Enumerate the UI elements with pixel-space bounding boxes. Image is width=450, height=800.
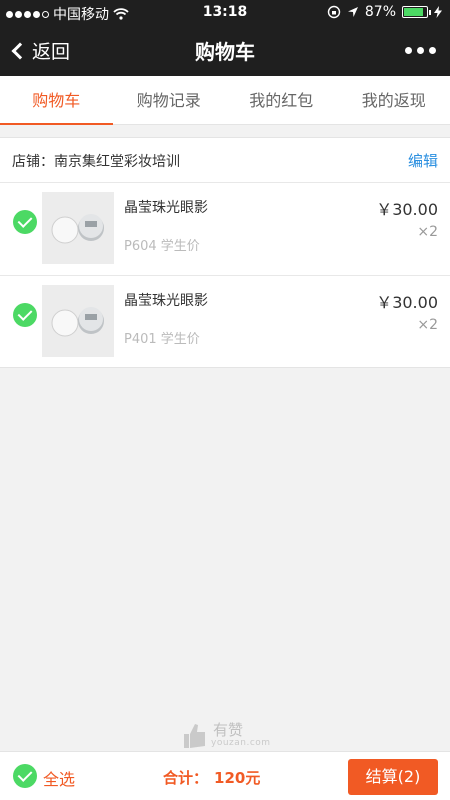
product-price: ￥30.00: [376, 293, 438, 312]
item-checked-icon[interactable]: [13, 210, 37, 234]
tab-red-packets[interactable]: 我的红包: [225, 76, 338, 124]
product-quantity: ×2: [417, 224, 438, 240]
status-right: 87%: [327, 4, 442, 20]
watermark-url: youzan.com: [211, 738, 271, 748]
cart-card: 店铺：南京集红堂彩妆培训 编辑 晶莹珠光眼影 P604 学生价 ￥30.00 ×…: [0, 137, 450, 368]
location-arrow-icon: [347, 7, 358, 17]
rotation-lock-icon: [327, 5, 341, 19]
watermark-title: 有赞: [213, 721, 244, 739]
battery-percent: 87%: [364, 4, 396, 20]
checkout-button[interactable]: 结算(2): [348, 759, 438, 795]
more-options-icon[interactable]: [405, 47, 436, 54]
product-sku: P401 学生价: [124, 332, 200, 347]
total-label: 合计：: [163, 769, 209, 787]
page-title: 购物车: [195, 40, 255, 64]
item-checked-icon[interactable]: [13, 303, 37, 327]
product-sku: P604 学生价: [124, 239, 200, 254]
select-all-checked-icon[interactable]: [13, 764, 37, 788]
tab-cart[interactable]: 购物车: [0, 76, 113, 125]
cart-item[interactable]: 晶莹珠光眼影 P401 学生价 ￥30.00 ×2: [0, 277, 450, 369]
total-summary: 合计： 120元: [163, 767, 260, 788]
battery-icon: [402, 6, 431, 18]
product-price: ￥30.00: [376, 200, 438, 219]
tab-cashback[interactable]: 我的返现: [338, 76, 450, 124]
total-amount: 120元: [214, 769, 261, 787]
shop-header: 店铺：南京集红堂彩妆培训 编辑: [0, 138, 450, 183]
product-quantity: ×2: [417, 317, 438, 333]
select-all-label[interactable]: 全选: [43, 766, 75, 790]
product-name: 晶莹珠光眼影: [124, 200, 208, 216]
product-thumbnail[interactable]: [42, 285, 114, 357]
thumbs-up-icon: [184, 724, 205, 748]
cart-item[interactable]: 晶莹珠光眼影 P604 学生价 ￥30.00 ×2: [0, 184, 450, 276]
edit-button[interactable]: 编辑: [408, 150, 438, 171]
product-thumbnail[interactable]: [42, 192, 114, 264]
tab-purchase-history[interactable]: 购物记录: [113, 76, 226, 124]
checkout-bar: 全选 合计： 120元 结算(2): [0, 751, 450, 800]
status-bar: 中国移动 13:18 87%: [0, 0, 450, 24]
nav-bar: 返回 购物车: [0, 24, 450, 76]
charging-bolt-icon: [434, 6, 442, 18]
youzan-watermark: 有赞 youzan.com: [183, 719, 283, 753]
product-name: 晶莹珠光眼影: [124, 293, 208, 309]
tab-bar: 购物车 购物记录 我的红包 我的返现: [0, 76, 450, 125]
shop-name: 店铺：南京集红堂彩妆培训: [12, 154, 180, 170]
